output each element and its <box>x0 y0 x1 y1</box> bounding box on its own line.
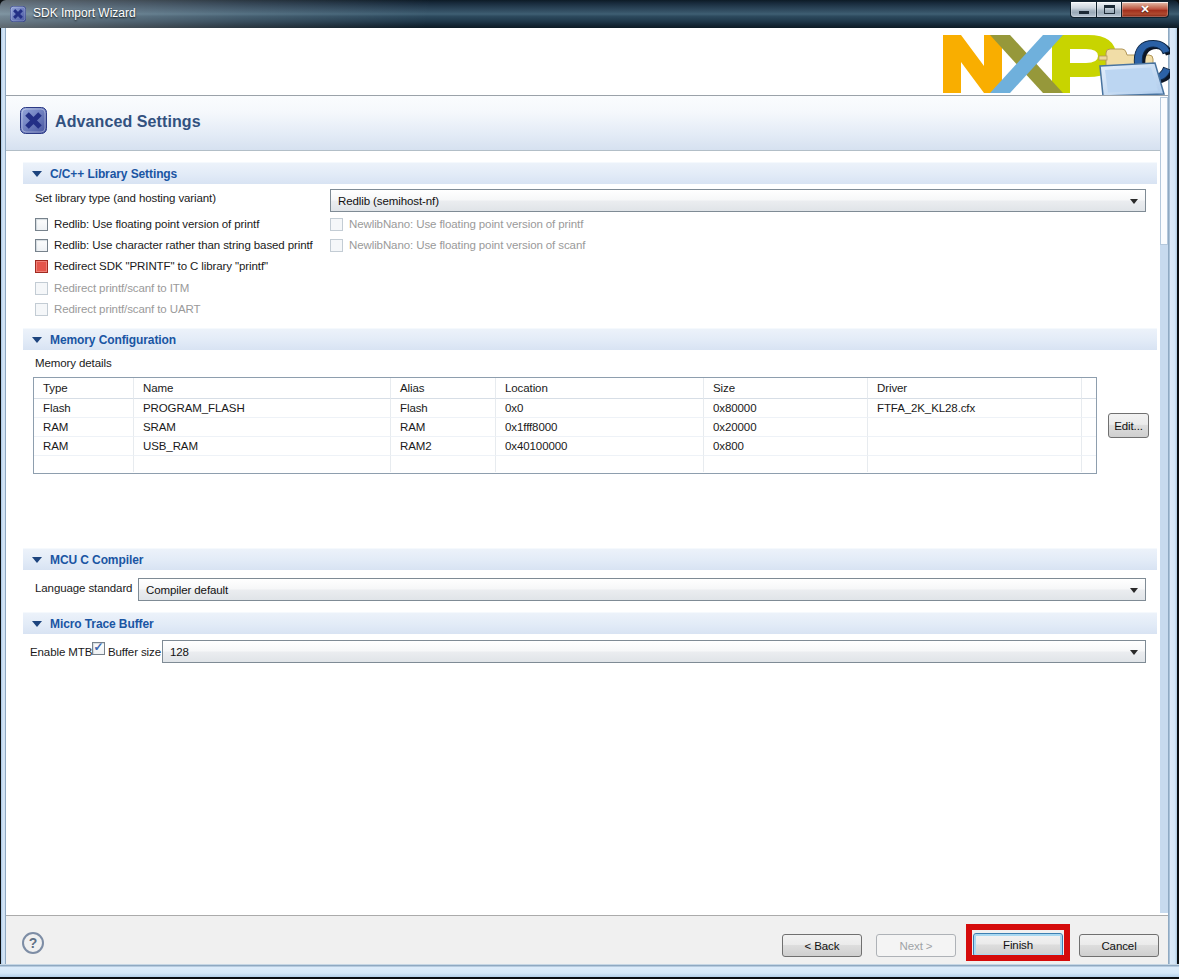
table-row[interactable]: RAM SRAM RAM 0x1fff8000 0x20000 <box>34 418 1096 437</box>
sdk-import-wizard-window: SDK Import Wizard ✕ C C Ad <box>0 0 1179 979</box>
checkbox-newlibnano-printf: NewlibNano: Use floating point version o… <box>330 217 583 232</box>
checkbox-redlib-float-printf[interactable]: Redlib: Use floating point version of pr… <box>35 217 259 232</box>
checkbox-box[interactable] <box>35 218 48 231</box>
checkbox-box-checked[interactable]: ✓ <box>92 642 105 655</box>
maximize-icon <box>1104 5 1115 14</box>
minimize-icon <box>1079 11 1089 14</box>
checkbox-box <box>35 282 48 295</box>
library-type-select[interactable]: Redlib (semihost-nf) <box>330 189 1146 212</box>
checkbox-box <box>330 239 343 252</box>
chevron-down-icon <box>1130 588 1138 593</box>
close-icon: ✕ <box>1122 3 1168 16</box>
table-row-empty <box>34 456 1096 472</box>
language-standard-label: Language standard <box>35 580 132 596</box>
close-button[interactable]: ✕ <box>1121 2 1169 18</box>
table-row[interactable]: RAM USB_RAM RAM2 0x40100000 0x800 <box>34 437 1096 456</box>
back-button[interactable]: < Back <box>782 934 862 957</box>
checkbox-redirect-itm: Redirect printf/scanf to ITM <box>35 281 189 296</box>
buffer-size-label: Buffer size <box>108 644 161 660</box>
language-standard-select[interactable]: Compiler default <box>138 578 1146 601</box>
section-mcu-c-compiler[interactable]: MCU C Compiler <box>23 548 1157 570</box>
advanced-settings-icon <box>20 107 47 134</box>
collapse-triangle-icon[interactable] <box>32 171 42 177</box>
annotation-highlight-box <box>966 924 1070 961</box>
collapse-triangle-icon[interactable] <box>32 337 42 343</box>
collapse-triangle-icon[interactable] <box>32 621 42 627</box>
checkbox-redlib-char-printf[interactable]: Redlib: Use character rather than string… <box>35 238 313 253</box>
title-bar[interactable] <box>0 0 1179 28</box>
checkbox-redirect-sdk-printf[interactable]: Redirect SDK "PRINTF" to C library "prin… <box>35 259 268 274</box>
collapse-triangle-icon[interactable] <box>32 557 42 563</box>
chevron-down-icon <box>1130 650 1138 655</box>
checkbox-box <box>330 218 343 231</box>
minimize-button[interactable] <box>1070 2 1097 18</box>
maximize-button[interactable] <box>1096 2 1122 18</box>
help-button[interactable]: ? <box>22 932 44 954</box>
band-separator <box>6 150 1168 151</box>
buffer-size-select[interactable]: 128 <box>162 640 1146 663</box>
section-library-settings[interactable]: C/C++ Library Settings <box>23 162 1157 184</box>
window-frame-left <box>0 28 6 979</box>
section-memory-configuration[interactable]: Memory Configuration <box>23 328 1157 350</box>
check-icon: ✓ <box>94 640 104 654</box>
cancel-button[interactable]: Cancel <box>1079 934 1159 957</box>
page-title: Advanced Settings <box>55 109 201 135</box>
checkbox-redirect-uart: Redirect printf/scanf to UART <box>35 302 200 317</box>
memory-table[interactable]: Type Name Alias Location Size Driver Fla… <box>33 377 1097 474</box>
checkbox-box-highlighted[interactable] <box>35 260 48 273</box>
chevron-down-icon <box>1130 199 1138 204</box>
edit-button[interactable]: Edit... <box>1108 413 1149 438</box>
memory-details-label: Memory details <box>35 355 112 371</box>
table-row[interactable]: Flash PROGRAM_FLASH Flash 0x0 0x80000 FT… <box>34 399 1096 418</box>
window-frame-bottom <box>0 964 1179 979</box>
c-folder-icon: C C <box>1098 30 1170 98</box>
set-library-type-label: Set library type (and hosting variant) <box>35 190 216 206</box>
checkbox-box <box>35 303 48 316</box>
app-icon <box>10 6 26 22</box>
checkbox-box[interactable] <box>35 239 48 252</box>
window-title: SDK Import Wizard <box>33 0 136 28</box>
enable-mtb-label: Enable MTB <box>30 644 92 660</box>
memory-table-header: Type Name Alias Location Size Driver <box>34 378 1096 399</box>
window-frame-right <box>1168 28 1179 979</box>
scrollbar-thumb[interactable] <box>1160 97 1168 245</box>
next-button: Next > <box>876 934 956 957</box>
checkbox-newlibnano-scanf: NewlibNano: Use floating point version o… <box>330 238 585 253</box>
section-micro-trace-buffer[interactable]: Micro Trace Buffer <box>23 612 1157 634</box>
